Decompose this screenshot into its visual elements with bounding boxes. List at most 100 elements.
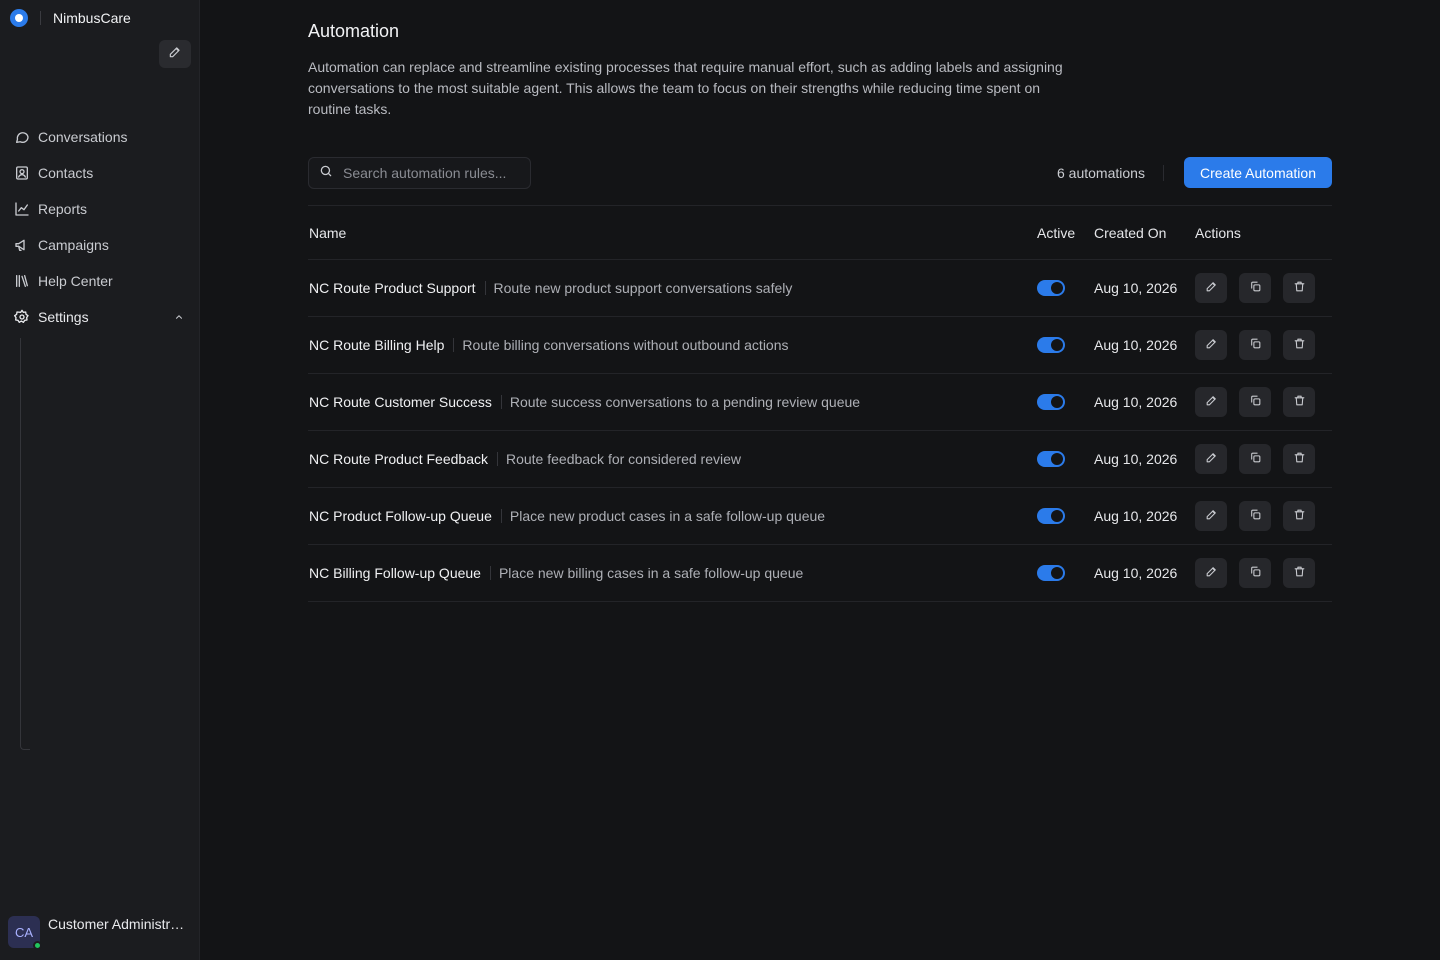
rule-name-cell: NC Route Product Support Route new produ… <box>308 280 1037 296</box>
header-actions: Actions <box>1195 224 1241 241</box>
rule-divider <box>500 509 502 523</box>
rule-name-cell: NC Route Customer Success Route success … <box>308 394 1037 410</box>
rule-description: Route success conversations to a pending… <box>509 394 861 410</box>
created-date: Aug 10, 2026 <box>1094 337 1178 353</box>
rule-name: NC Product Follow-up Queue <box>309 508 492 524</box>
rule-name: NC Route Billing Help <box>309 337 445 353</box>
trash-icon <box>1293 508 1306 524</box>
active-toggle[interactable] <box>1037 337 1065 353</box>
copy-icon <box>1249 337 1262 353</box>
edit-button[interactable] <box>1195 330 1227 360</box>
rule-name-cell: NC Route Billing Help Route billing conv… <box>308 337 1037 353</box>
page-title: Automation <box>308 21 400 41</box>
rule-description: Place new billing cases in a safe follow… <box>498 565 804 581</box>
sidebar-item-label: Conversations <box>38 129 128 145</box>
user-profile[interactable]: CA Customer Administrator <box>8 916 190 950</box>
gear-icon <box>14 309 30 325</box>
active-toggle[interactable] <box>1037 508 1065 524</box>
created-cell: Aug 10, 2026 <box>1094 565 1195 581</box>
sidebar: NimbusCare Conversations Contacts Report… <box>0 0 200 960</box>
sidebar-item-help-center[interactable]: Help Center <box>8 263 192 299</box>
delete-button[interactable] <box>1283 501 1315 531</box>
sidebar-item-label: Reports <box>38 201 88 217</box>
header-name: Name <box>309 224 347 241</box>
active-toggle[interactable] <box>1037 280 1065 296</box>
chat-bubble-icon <box>14 129 30 145</box>
table-row: NC Route Product Feedback Route feedback… <box>308 431 1332 488</box>
active-cell <box>1037 451 1094 467</box>
delete-button[interactable] <box>1283 273 1315 303</box>
chevron-up-icon[interactable] <box>174 312 184 322</box>
rule-name: NC Billing Follow-up Queue <box>309 565 481 581</box>
delete-button[interactable] <box>1283 444 1315 474</box>
table-body: NC Route Product Support Route new produ… <box>308 260 1332 602</box>
actions-cell <box>1195 330 1327 360</box>
delete-button[interactable] <box>1283 387 1315 417</box>
pencil-icon <box>1205 280 1218 296</box>
copy-icon <box>1249 508 1262 524</box>
clone-button[interactable] <box>1239 558 1271 588</box>
sidebar-item-settings[interactable]: Settings <box>8 299 192 335</box>
search-box[interactable] <box>308 157 531 189</box>
avatar-initials: CA <box>14 924 34 940</box>
actions-cell <box>1195 558 1327 588</box>
sidebar-item-label: Campaigns <box>38 237 109 253</box>
copy-icon <box>1249 565 1262 581</box>
active-toggle[interactable] <box>1037 394 1065 410</box>
pencil-icon <box>1205 451 1218 467</box>
compose-button[interactable] <box>159 40 191 68</box>
table-row: NC Route Billing Help Route billing conv… <box>308 317 1332 374</box>
sidebar-item-reports[interactable]: Reports <box>8 191 192 227</box>
actions-cell <box>1195 273 1327 303</box>
trash-icon <box>1293 280 1306 296</box>
table-row: NC Route Product Support Route new produ… <box>308 260 1332 317</box>
edit-button[interactable] <box>1195 501 1227 531</box>
sidebar-item-conversations[interactable]: Conversations <box>8 119 192 155</box>
active-cell <box>1037 565 1094 581</box>
pencil-icon <box>1205 565 1218 581</box>
created-cell: Aug 10, 2026 <box>1094 337 1195 353</box>
clone-button[interactable] <box>1239 387 1271 417</box>
table-row: NC Billing Follow-up Queue Place new bil… <box>308 545 1332 602</box>
clone-button[interactable] <box>1239 444 1271 474</box>
pencil-icon <box>168 45 182 64</box>
online-status-dot <box>33 941 42 950</box>
created-date: Aug 10, 2026 <box>1094 394 1178 410</box>
search-icon <box>319 164 333 183</box>
create-automation-button[interactable]: Create Automation <box>1184 157 1332 188</box>
sidebar-nav: Conversations Contacts Reports Campaigns… <box>8 119 192 335</box>
table-header: Name Active Created On Actions <box>308 206 1332 260</box>
edit-button[interactable] <box>1195 273 1227 303</box>
line-chart-icon <box>14 201 30 217</box>
pencil-icon <box>1205 337 1218 353</box>
rule-name-cell: NC Billing Follow-up Queue Place new bil… <box>308 565 1037 581</box>
search-input[interactable] <box>341 164 516 182</box>
settings-submenu-guide <box>20 338 30 750</box>
sidebar-item-contacts[interactable]: Contacts <box>8 155 192 191</box>
user-name: Customer Administrator <box>48 916 190 932</box>
delete-button[interactable] <box>1283 330 1315 360</box>
sidebar-item-campaigns[interactable]: Campaigns <box>8 227 192 263</box>
clone-button[interactable] <box>1239 501 1271 531</box>
rule-divider <box>496 452 498 466</box>
page-description: Automation can replace and streamline ex… <box>308 59 1063 117</box>
table-row: NC Product Follow-up Queue Place new pro… <box>308 488 1332 545</box>
trash-icon <box>1293 451 1306 467</box>
clone-button[interactable] <box>1239 273 1271 303</box>
active-cell <box>1037 280 1094 296</box>
rule-name: NC Route Product Support <box>309 280 476 296</box>
edit-button[interactable] <box>1195 444 1227 474</box>
sidebar-item-label: Help Center <box>38 273 113 289</box>
rule-description: Route new product support conversations … <box>493 280 793 296</box>
active-toggle[interactable] <box>1037 451 1065 467</box>
edit-button[interactable] <box>1195 558 1227 588</box>
brand-logo-icon <box>10 9 28 27</box>
brand-divider <box>40 11 41 25</box>
active-toggle[interactable] <box>1037 565 1065 581</box>
clone-button[interactable] <box>1239 330 1271 360</box>
avatar[interactable]: CA <box>8 916 42 950</box>
edit-button[interactable] <box>1195 387 1227 417</box>
brand: NimbusCare <box>10 8 131 28</box>
rule-name-cell: NC Route Product Feedback Route feedback… <box>308 451 1037 467</box>
delete-button[interactable] <box>1283 558 1315 588</box>
